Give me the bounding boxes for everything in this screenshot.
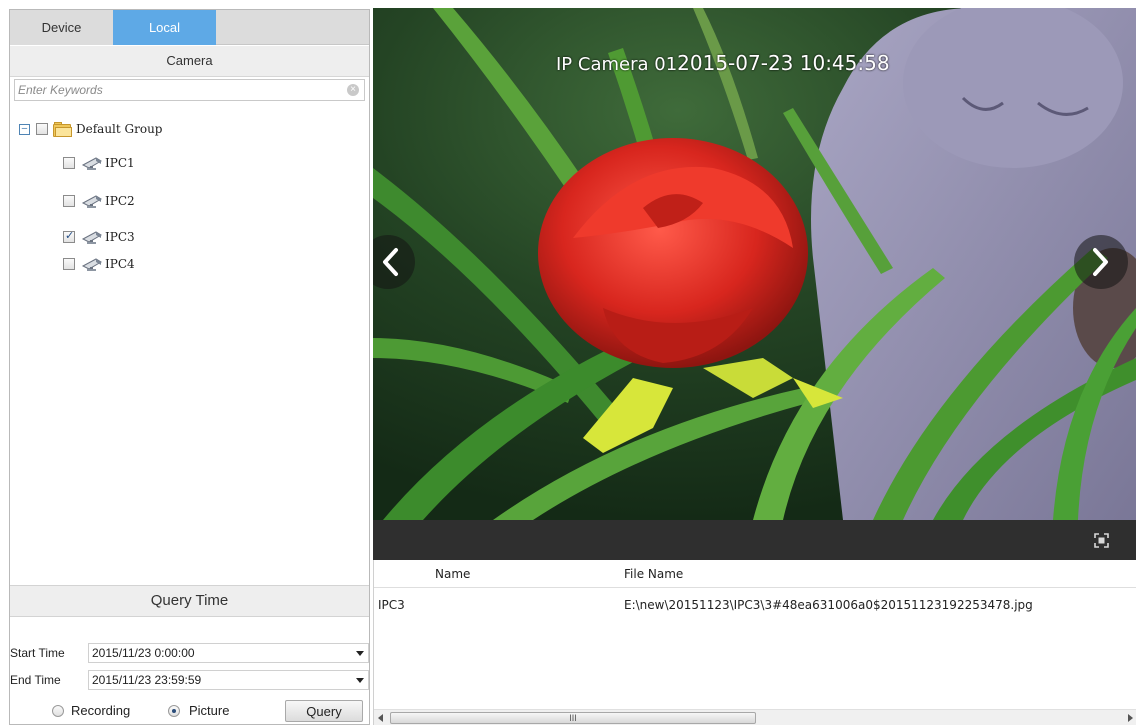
scroll-thumb[interactable]: III: [390, 712, 756, 724]
group-checkbox[interactable]: [36, 123, 48, 135]
tree-camera-row[interactable]: IPC3: [63, 227, 135, 247]
radio-picture-label[interactable]: Picture: [189, 703, 229, 718]
column-header-file-name[interactable]: File Name: [624, 567, 683, 581]
radio-picture[interactable]: [168, 705, 180, 717]
snapshot-image: [373, 8, 1136, 520]
query-time-title: Query Time: [10, 585, 369, 617]
query-type-row: Recording Picture Query: [10, 699, 369, 723]
camera-checkbox[interactable]: [63, 229, 75, 243]
camera-checkbox[interactable]: [63, 157, 75, 169]
camera-checkbox[interactable]: [63, 258, 75, 270]
start-time-select[interactable]: 2015/11/23 0:00:00: [88, 643, 369, 663]
start-time-value: 2015/11/23 0:00:00: [92, 646, 195, 660]
query-button[interactable]: Query: [285, 700, 363, 722]
dropdown-caret-icon: [356, 678, 364, 683]
camera-label: IPC1: [105, 156, 135, 170]
table-header: Name File Name: [374, 560, 1136, 588]
end-time-label: End Time: [10, 673, 61, 687]
end-time-row: End Time 2015/11/23 23:59:59: [10, 669, 369, 691]
osd-camera-name: IP Camera 01: [556, 54, 678, 75]
camera-checkbox[interactable]: [63, 195, 75, 207]
camera-osd: IP Camera 012015-07-23 10:45:58: [556, 51, 890, 75]
tree-camera-row[interactable]: IPC1: [63, 153, 135, 173]
end-time-value: 2015/11/23 23:59:59: [92, 673, 202, 687]
camera-label: IPC2: [105, 194, 135, 208]
column-header-name[interactable]: Name: [435, 567, 470, 581]
clear-icon[interactable]: ×: [347, 84, 359, 96]
panel-tabs: Device Local: [10, 10, 369, 45]
end-time-select[interactable]: 2015/11/23 23:59:59: [88, 670, 369, 690]
viewer-toolbar: [373, 520, 1136, 560]
table-row[interactable]: IPC3 E:\new\20151123\IPC3\3#48ea631006a0…: [374, 590, 1136, 616]
horizontal-scrollbar[interactable]: III: [374, 709, 1136, 725]
tree-group-row: − Default Group: [19, 119, 162, 139]
group-label[interactable]: Default Group: [76, 122, 162, 136]
collapse-icon[interactable]: −: [19, 123, 30, 135]
camera-icon: [81, 258, 102, 271]
camera-search-box: ×: [14, 79, 365, 101]
folder-icon: [53, 121, 72, 137]
camera-icon: [81, 157, 102, 170]
camera-icon: [81, 195, 102, 208]
previous-image-button[interactable]: [373, 235, 415, 289]
tree-camera-row[interactable]: IPC2: [63, 191, 135, 211]
start-time-label: Start Time: [10, 646, 65, 660]
dropdown-caret-icon: [356, 651, 364, 656]
chevron-right-icon: [1093, 248, 1108, 276]
radio-recording[interactable]: [52, 705, 64, 717]
tab-local[interactable]: Local: [113, 10, 216, 45]
image-viewer: IP Camera 012015-07-23 10:45:58: [373, 8, 1136, 520]
scroll-left-arrow-icon[interactable]: [378, 714, 383, 722]
start-time-row: Start Time 2015/11/23 0:00:00: [10, 642, 369, 664]
chevron-left-icon: [383, 248, 398, 276]
camera-icon: [81, 231, 102, 244]
row-name-cell: IPC3: [378, 598, 405, 612]
fullscreen-icon[interactable]: [1094, 533, 1109, 548]
tab-device[interactable]: Device: [10, 10, 113, 45]
camera-section-title: Camera: [10, 46, 369, 77]
scroll-right-arrow-icon[interactable]: [1128, 714, 1133, 722]
results-table: Name File Name IPC3 E:\new\20151123\IPC3…: [373, 560, 1136, 725]
row-file-name-cell: E:\new\20151123\IPC3\3#48ea631006a0$2015…: [624, 598, 1033, 612]
left-panel: Device Local Camera × − Default Group: [9, 9, 370, 725]
osd-timestamp: 2015-07-23 10:45:58: [677, 51, 890, 75]
next-image-button[interactable]: [1074, 235, 1128, 289]
camera-label: IPC4: [105, 257, 135, 271]
search-input[interactable]: [15, 80, 339, 100]
radio-recording-label[interactable]: Recording: [71, 703, 130, 718]
camera-label: IPC3: [105, 230, 135, 244]
tree-camera-row[interactable]: IPC4: [63, 254, 135, 274]
